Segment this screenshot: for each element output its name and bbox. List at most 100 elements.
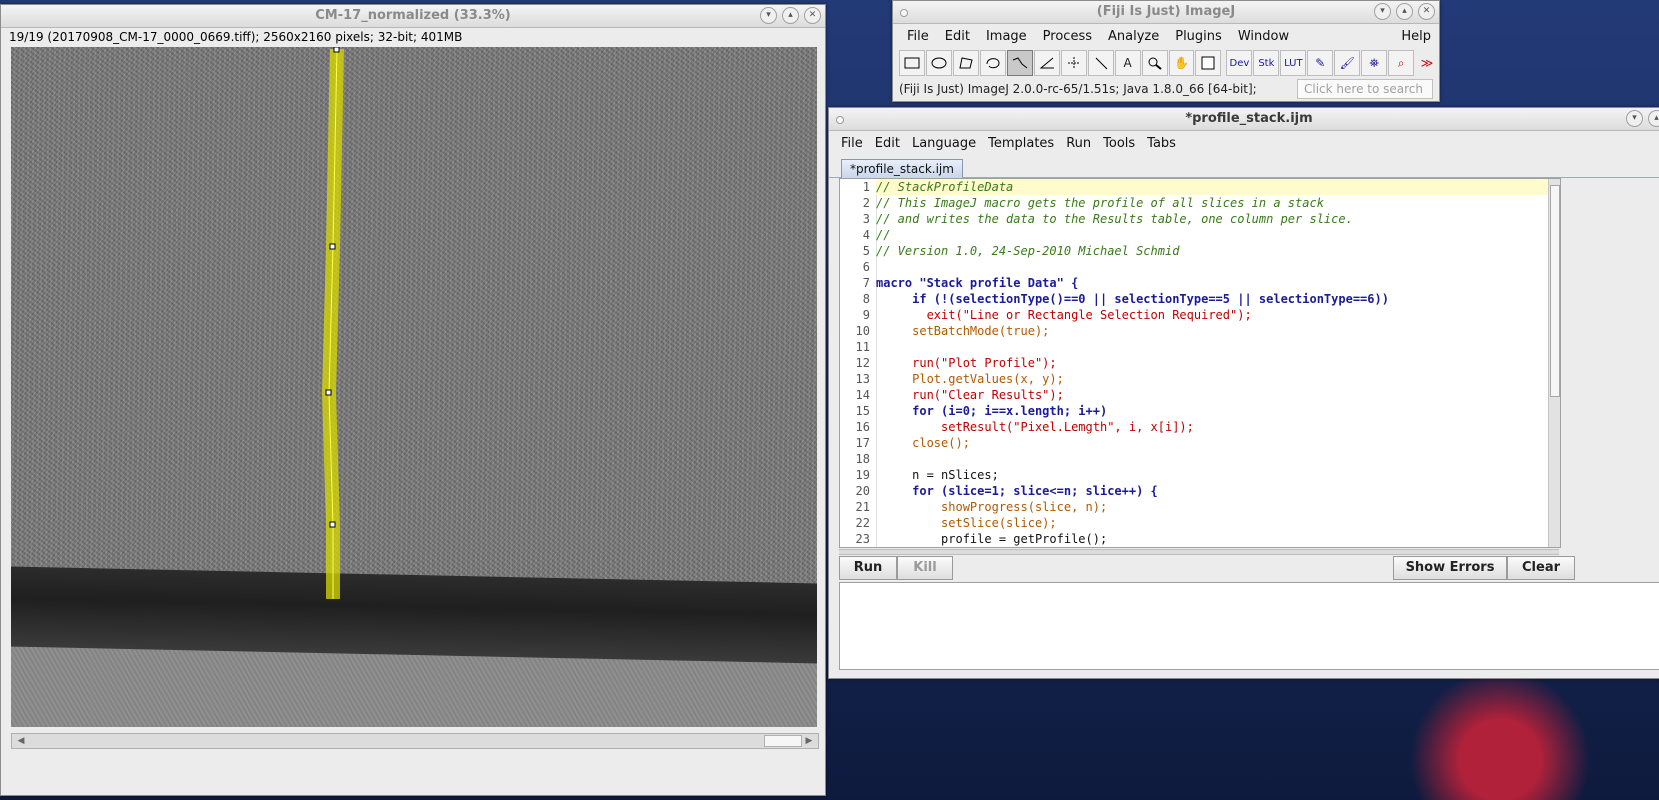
selection-handle[interactable]	[329, 243, 336, 250]
menu-help[interactable]: Help	[1393, 29, 1439, 44]
oval-tool-icon[interactable]	[925, 50, 952, 76]
code-line[interactable]: 2 // This ImageJ macro gets the profile o…	[863, 195, 1560, 211]
code-line[interactable]: 17 close();	[856, 435, 1560, 451]
dev-menu-icon[interactable]: Dev	[1226, 50, 1253, 76]
code-line[interactable]: 7 macro "Stack profile Data" {	[863, 275, 1560, 291]
show-errors-button[interactable]: Show Errors	[1393, 556, 1507, 580]
wand-tool-icon[interactable]	[1087, 50, 1114, 76]
menu-analyze[interactable]: Analyze	[1100, 29, 1167, 44]
kill-button[interactable]: Kill	[897, 556, 953, 580]
editor-menu-edit[interactable]: Edit	[869, 136, 906, 151]
split-divider[interactable]	[839, 549, 1559, 555]
maximize-icon[interactable]: ▴	[782, 7, 799, 24]
minimize-icon[interactable]: ▾	[1626, 110, 1643, 127]
close-icon[interactable]: ✕	[1418, 3, 1435, 20]
color-picker-tool-icon[interactable]	[1195, 50, 1222, 76]
fiji-main-window[interactable]: (Fiji Is Just) ImageJ ▾ ▴ ✕ File Edit Im…	[892, 0, 1440, 102]
run-button[interactable]: Run	[839, 556, 897, 580]
maximize-icon[interactable]: ▴	[1396, 3, 1413, 20]
menu-image[interactable]: Image	[978, 29, 1035, 44]
selection-handle[interactable]	[333, 47, 340, 53]
image-window[interactable]: CM-17_normalized (33.3%) ▾ ▴ ✕ 19/19 (20…	[0, 4, 826, 796]
tab-profile-stack[interactable]: *profile_stack.ijm	[841, 159, 963, 178]
code-line[interactable]: 14 run("Clear Results");	[856, 387, 1560, 403]
code-line[interactable]: 16 setResult("Pixel.Lemgth", i, x[i]);	[856, 419, 1560, 435]
menu-file[interactable]: File	[899, 29, 937, 44]
code-line[interactable]: 21 showProgress(slice, n);	[856, 499, 1560, 515]
scroll-left-icon[interactable]: ◀	[14, 734, 28, 748]
code-line[interactable]: 5 // Version 1.0, 24-Sep-2010 Michael Sch…	[863, 243, 1560, 259]
editor-menu-tabs[interactable]: Tabs	[1141, 136, 1182, 151]
code-line[interactable]: 8 if (!(selectionType()==0 || selectionT…	[863, 291, 1560, 307]
scroll-right-icon[interactable]: ▶	[802, 734, 816, 748]
code-line[interactable]: 15 for (i=0; i==x.length; i++)	[856, 403, 1560, 419]
menu-process[interactable]: Process	[1035, 29, 1100, 44]
pixel-inspector-icon[interactable]: ⌕	[1388, 50, 1415, 76]
code-line[interactable]: 3 // and writes the data to the Results t…	[863, 211, 1560, 227]
code-line[interactable]: 6	[863, 259, 1560, 275]
line-number: 21	[855, 500, 870, 514]
pencil-tool-icon[interactable]: ✎	[1307, 50, 1334, 76]
code-line[interactable]: 11	[856, 339, 1560, 355]
editor-title: *profile_stack.ijm	[1185, 111, 1313, 126]
editor-menu-file[interactable]: File	[835, 136, 869, 151]
lut-menu-icon[interactable]: LUT	[1280, 50, 1307, 76]
image-window-titlebar[interactable]: CM-17_normalized (33.3%) ▾ ▴ ✕	[1, 5, 825, 28]
output-console[interactable]	[839, 582, 1659, 670]
maximize-icon[interactable]: ▴	[1648, 110, 1659, 127]
close-icon[interactable]: ✕	[804, 7, 821, 24]
hand-tool-icon[interactable]: ✋	[1168, 50, 1195, 76]
code-line[interactable]: 4 //	[863, 227, 1560, 243]
brush-tool-icon[interactable]: 🖌	[1334, 50, 1361, 76]
code-line[interactable]: 20 for (slice=1; slice<=n; slice++) {	[856, 483, 1560, 499]
menu-plugins[interactable]: Plugins	[1167, 29, 1230, 44]
window-menu-icon[interactable]	[836, 116, 844, 124]
line-number: 12	[855, 356, 870, 370]
code-line[interactable]: 22 setSlice(slice);	[856, 515, 1560, 531]
code-vertical-scrollbar[interactable]	[1548, 179, 1560, 547]
magnifier-tool-icon[interactable]	[1141, 50, 1168, 76]
more-tools-icon[interactable]: ≫	[1415, 51, 1439, 75]
multipoint-tool-icon[interactable]	[1060, 50, 1087, 76]
clear-button[interactable]: Clear	[1507, 556, 1575, 580]
polygon-tool-icon[interactable]	[952, 50, 979, 76]
segmented-line-selection[interactable]	[11, 47, 817, 727]
code-line[interactable]: 19 n = nSlices;	[856, 467, 1560, 483]
code-editor[interactable]: 1 // StackProfileData 2 // This ImageJ macr…	[839, 178, 1561, 548]
fiji-titlebar[interactable]: (Fiji Is Just) ImageJ ▾ ▴ ✕	[893, 1, 1439, 24]
code-line[interactable]: 1 // StackProfileData	[863, 179, 1560, 195]
editor-menu-language[interactable]: Language	[906, 136, 982, 151]
line-number: 3	[862, 212, 870, 226]
code-line[interactable]: 10 setBatchMode(true);	[856, 323, 1560, 339]
selection-handle[interactable]	[329, 521, 336, 528]
window-menu-icon[interactable]	[900, 9, 908, 17]
rectangle-tool-icon[interactable]	[899, 50, 925, 76]
code-line[interactable]: 18	[856, 451, 1560, 467]
angle-tool-icon[interactable]	[1033, 50, 1060, 76]
selection-handle[interactable]	[325, 389, 332, 396]
code-line[interactable]: 13 Plot.getValues(x, y);	[856, 371, 1560, 387]
code-text: close();	[876, 436, 970, 450]
scroll-thumb[interactable]	[764, 735, 802, 747]
image-canvas[interactable]	[11, 47, 817, 727]
script-editor-window[interactable]: *profile_stack.ijm ▾ ▴ File Edit Languag…	[828, 107, 1659, 679]
minimize-icon[interactable]: ▾	[760, 7, 777, 24]
flood-fill-tool-icon[interactable]: ⛯	[1361, 50, 1388, 76]
code-line[interactable]: 23 profile = getProfile();	[856, 531, 1560, 547]
stk-menu-icon[interactable]: Stk	[1253, 50, 1280, 76]
segmented-line-tool-icon[interactable]	[1006, 50, 1033, 76]
editor-menu-templates[interactable]: Templates	[982, 136, 1060, 151]
minimize-icon[interactable]: ▾	[1374, 3, 1391, 20]
menu-window[interactable]: Window	[1230, 29, 1297, 44]
text-tool-icon[interactable]: A	[1114, 50, 1141, 76]
editor-menu-run[interactable]: Run	[1060, 136, 1097, 151]
editor-menu-tools[interactable]: Tools	[1097, 136, 1141, 151]
scroll-thumb[interactable]	[1550, 185, 1560, 397]
search-input[interactable]: Click here to search	[1297, 79, 1433, 99]
code-line[interactable]: 12 run("Plot Profile");	[856, 355, 1560, 371]
freehand-tool-icon[interactable]	[979, 50, 1006, 76]
menu-edit[interactable]: Edit	[937, 29, 978, 44]
image-horizontal-scrollbar[interactable]: ◀ ▶	[11, 733, 819, 749]
editor-titlebar[interactable]: *profile_stack.ijm ▾ ▴	[829, 108, 1659, 131]
code-line[interactable]: 9 exit("Line or Rectangle Selection Requ…	[863, 307, 1560, 323]
